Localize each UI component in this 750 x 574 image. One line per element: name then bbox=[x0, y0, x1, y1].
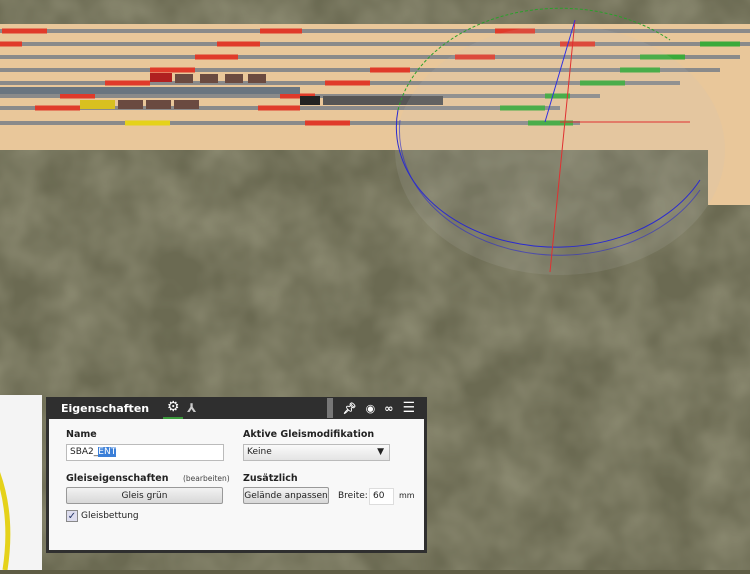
track-segment bbox=[258, 105, 300, 111]
track-segment bbox=[195, 54, 238, 60]
track-segment bbox=[0, 41, 22, 47]
track-segment bbox=[217, 41, 260, 47]
width-input[interactable]: 60 bbox=[369, 488, 394, 505]
train-car bbox=[200, 74, 218, 83]
track-segment bbox=[2, 28, 47, 34]
dropdown-arrow-icon: ▼ bbox=[377, 447, 384, 457]
modification-label: Aktive Gleismodifikation bbox=[243, 429, 375, 440]
name-label: Name bbox=[66, 429, 97, 440]
train-car bbox=[80, 100, 115, 109]
track-segment bbox=[370, 67, 410, 73]
name-input[interactable]: SBA2_ENT bbox=[66, 444, 224, 461]
train-car bbox=[146, 100, 171, 109]
track-segment bbox=[305, 120, 350, 126]
track-segment bbox=[700, 41, 740, 47]
width-label: Breite: bbox=[338, 491, 368, 501]
track-segment bbox=[260, 28, 302, 34]
tab-hierarchy-icon[interactable]: ⅄ bbox=[187, 401, 196, 415]
adjust-terrain-button[interactable]: Gelände anpassen bbox=[243, 487, 329, 504]
eye-icon[interactable]: ◉ bbox=[366, 402, 376, 415]
track-segment bbox=[35, 105, 80, 111]
width-unit: mm bbox=[399, 491, 415, 500]
bedding-checkbox[interactable]: ✓ bbox=[66, 510, 78, 522]
link-icon[interactable]: ∞ bbox=[384, 402, 393, 415]
panel-title: Eigenschaften bbox=[61, 401, 150, 415]
train-car bbox=[174, 100, 199, 109]
train-car bbox=[118, 100, 143, 109]
menu-icon[interactable]: ☰ bbox=[402, 400, 415, 416]
track-props-label: Gleiseigenschaften bbox=[66, 473, 169, 484]
panel-body: Name SBA2_ENT Aktive Gleismodifikation K… bbox=[49, 419, 424, 550]
properties-panel: Eigenschaften ⚙ ⅄ 📌︎ ◉ ∞ ☰ Name SBA2_ENT… bbox=[46, 397, 427, 553]
track-segment bbox=[105, 80, 150, 86]
track-green-button[interactable]: Gleis grün bbox=[66, 487, 223, 504]
modification-value: Keine bbox=[247, 447, 272, 457]
name-selected-text: ENT bbox=[98, 447, 117, 457]
track-segment bbox=[60, 93, 95, 99]
train-car bbox=[175, 74, 193, 83]
platform-train bbox=[0, 87, 300, 94]
extra-label: Zusätzlich bbox=[243, 473, 298, 484]
tab-settings-gear-icon[interactable]: ⚙ bbox=[163, 397, 184, 419]
edit-link[interactable]: (bearbeiten) bbox=[183, 474, 230, 483]
modification-select[interactable]: Keine ▼ bbox=[243, 444, 390, 461]
track-segment bbox=[325, 80, 370, 86]
track-segment bbox=[150, 67, 195, 73]
track bbox=[0, 29, 750, 33]
bedding-label: Gleisbettung bbox=[81, 511, 139, 521]
train-car bbox=[248, 74, 266, 83]
train-car bbox=[225, 74, 243, 83]
pin-icon[interactable]: 📌︎ bbox=[343, 402, 357, 415]
name-text: SBA2_ bbox=[70, 447, 99, 457]
track-segment bbox=[125, 120, 170, 126]
panel-header: Eigenschaften ⚙ ⅄ 📌︎ ◉ ∞ ☰ bbox=[49, 397, 424, 419]
side-panel-edge bbox=[0, 395, 42, 571]
train-car bbox=[300, 96, 320, 105]
panel-scrollbar[interactable] bbox=[326, 398, 333, 418]
train-car bbox=[150, 73, 172, 82]
